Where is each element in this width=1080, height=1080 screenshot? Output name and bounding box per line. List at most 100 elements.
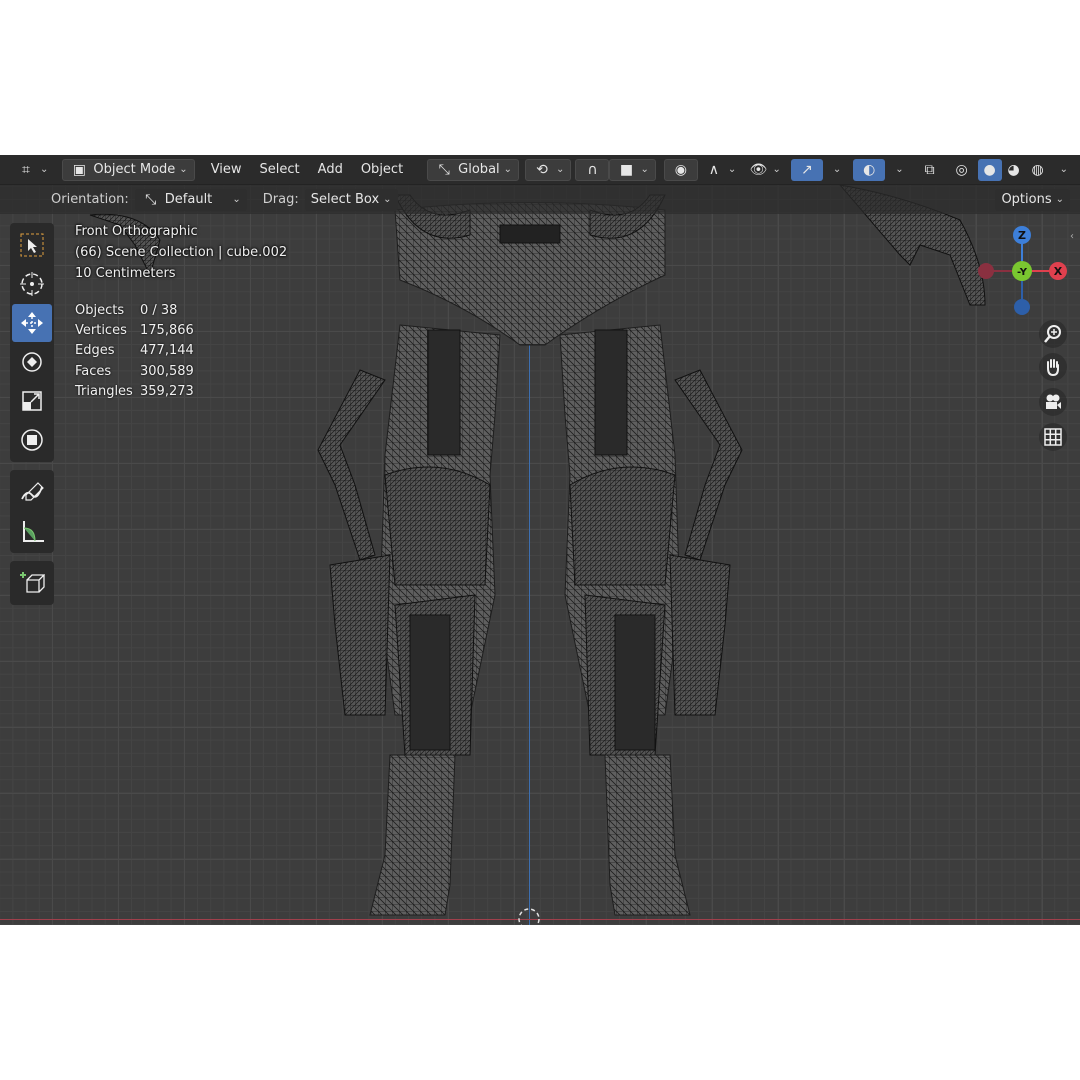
snap-target-dropdown[interactable]: ■ ⌄ — [609, 158, 656, 181]
add-cube-icon — [20, 572, 45, 593]
transform-icon — [21, 429, 43, 451]
rotate-icon — [22, 352, 42, 372]
annotate-pencil-icon — [21, 482, 44, 501]
tool-group-transform — [10, 223, 54, 462]
stat-row: Edges 477,144 — [75, 343, 194, 359]
transform-orientation-dropdown[interactable]: ⤡ Global ⌄ — [427, 158, 520, 181]
chevron-down-icon: ⌄ — [832, 164, 842, 175]
pivot-icon: ⟲ — [536, 161, 548, 178]
pivot-point-dropdown[interactable]: ⟲ ⌄ — [525, 158, 572, 181]
proportional-edit-toggle[interactable]: ◉ — [663, 158, 698, 181]
navigation-gizmo[interactable]: Z X -Y — [972, 221, 1072, 321]
tool-settings-header: Orientation: ⤡ Default ⌄ Drag: Select Bo… — [0, 185, 1080, 214]
snap-toggle[interactable]: ∩ — [575, 158, 610, 181]
chevron-down-icon: ⌄ — [179, 164, 188, 175]
shading-material[interactable]: ◕ — [1002, 159, 1026, 181]
cursor-tool[interactable] — [12, 265, 52, 303]
orientation-dropdown[interactable]: ⤡ Default ⌄ — [134, 188, 247, 211]
pan-button[interactable] — [1039, 353, 1067, 381]
mode-dropdown[interactable]: ▣ Object Mode ⌄ — [62, 158, 195, 181]
drag-label: Drag: — [262, 192, 299, 207]
xray-toggle[interactable]: ⧉ — [914, 159, 946, 181]
move-icon — [21, 312, 43, 334]
chevron-down-icon: ⌄ — [1059, 164, 1068, 175]
tool-shelf — [10, 223, 54, 613]
stat-row: Objects 0 / 38 — [75, 302, 178, 318]
orientation-axes-icon: ⤡ — [438, 161, 450, 178]
chevron-down-icon: ⌄ — [232, 194, 241, 205]
options-dropdown[interactable]: Options ⌄ — [995, 188, 1070, 211]
shading-wireframe[interactable]: ◎ — [946, 159, 978, 181]
chevron-down-icon: ⌄ — [383, 194, 392, 205]
chevron-down-icon: ⌄ — [503, 164, 513, 175]
add-cube-tool[interactable] — [12, 564, 52, 602]
transform-tool[interactable] — [12, 421, 52, 459]
editor-type-icon: ⌗ — [22, 161, 30, 178]
sidebar-toggle-icon[interactable]: ‹ — [1070, 231, 1074, 242]
chevron-down-icon: ⌄ — [40, 164, 49, 175]
hand-icon — [1047, 359, 1059, 377]
blender-window: Front Orthographic (66) Scene Collection… — [0, 155, 1080, 925]
chevron-down-icon: ⌄ — [640, 164, 649, 175]
zoom-button[interactable] — [1039, 320, 1067, 348]
gizmo-y-label: -Y — [1017, 267, 1028, 278]
tool-group-add — [10, 561, 54, 605]
overlays-icon: ◐ — [863, 161, 876, 178]
menu-add[interactable]: Add — [312, 159, 349, 181]
material-sphere-icon: ◕ — [1007, 161, 1020, 178]
chevron-down-icon: ⌄ — [727, 164, 737, 175]
chevron-down-icon: ⌄ — [556, 164, 565, 175]
editor-type-button[interactable]: ⌗ ⌄ — [10, 159, 54, 181]
orientation-value: Global — [458, 162, 500, 177]
gizmo-dropdown[interactable]: ⌄ — [823, 159, 847, 181]
shading-solid[interactable]: ● — [977, 158, 1002, 181]
measure-tool[interactable] — [12, 512, 52, 550]
camera-view-button[interactable] — [1039, 388, 1067, 416]
falloff-curve-icon: ∧ — [708, 161, 719, 178]
menu-view[interactable]: View — [205, 159, 248, 181]
proportional-circle-icon: ◉ — [674, 161, 687, 178]
eye-icon: 👁 — [749, 161, 768, 178]
wireframe-sphere-icon: ◎ — [955, 161, 968, 178]
gizmo-arrow-icon: ↗ — [800, 161, 813, 178]
orientation-default-value: Default — [164, 192, 213, 207]
menu-object[interactable]: Object — [355, 159, 409, 181]
move-tool[interactable] — [12, 304, 52, 342]
collection-info: (66) Scene Collection | cube.002 — [75, 245, 288, 260]
select-box-tool[interactable] — [12, 226, 52, 264]
menu-select[interactable]: Select — [254, 159, 306, 181]
overlays-dropdown[interactable]: ⌄ — [885, 159, 909, 181]
statistics-overlay: Objects 0 / 38 Vertices 175,866 Edges 477,1… — [75, 300, 194, 402]
gizmo-toggle[interactable]: ↗ — [790, 158, 823, 181]
chevron-down-icon: ⌄ — [1055, 194, 1064, 205]
solid-sphere-icon: ● — [983, 161, 996, 178]
chevron-down-icon: ⌄ — [895, 164, 904, 175]
tool-group-annotate — [10, 470, 54, 553]
rotate-tool[interactable] — [12, 343, 52, 381]
3d-viewport[interactable]: Front Orthographic (66) Scene Collection… — [0, 155, 1080, 925]
visibility-dropdown[interactable]: 👁 ⌄ — [742, 159, 786, 181]
magnet-icon: ∩ — [587, 161, 598, 178]
overlays-toggle[interactable]: ◐ — [853, 158, 886, 181]
viewport-header: ⌗ ⌄ ▣ Object Mode ⌄ View Select Add Objec… — [0, 155, 1080, 185]
orientation-label: Orientation: — [51, 192, 129, 207]
chevron-down-icon: ⌄ — [772, 164, 781, 175]
gizmo-z-label: Z — [1018, 229, 1026, 242]
object-mode-icon: ▣ — [72, 161, 86, 178]
orientation-axes-icon: ⤡ — [145, 191, 157, 208]
options-label: Options — [1001, 192, 1052, 207]
ortho-toggle-button[interactable] — [1039, 423, 1067, 451]
scale-tool[interactable] — [12, 382, 52, 420]
drag-dropdown[interactable]: Select Box ⌄ — [304, 188, 398, 211]
select-cursor-icon — [20, 233, 44, 257]
annotate-tool[interactable] — [12, 473, 52, 511]
measure-ruler-icon — [23, 521, 44, 542]
drag-value: Select Box — [310, 192, 380, 207]
shading-rendered[interactable]: ◍ — [1026, 159, 1050, 181]
falloff-dropdown[interactable]: ∧ ⌄ — [698, 159, 742, 181]
gizmo-x-label: X — [1054, 265, 1063, 278]
grid-icon — [1044, 428, 1062, 446]
shading-dropdown[interactable]: ⌄ — [1050, 159, 1074, 181]
view-name: Front Orthographic — [75, 224, 198, 239]
xray-icon: ⧉ — [924, 161, 935, 178]
